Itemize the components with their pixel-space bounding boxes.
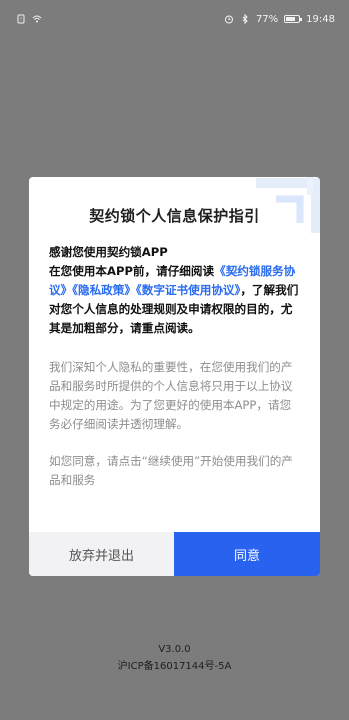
alarm-icon xyxy=(224,15,233,24)
intro-block: 感谢您使用契约锁APP 在您使用本APP前，请仔细阅读《契约锁服务协议》《隐私政… xyxy=(49,243,302,338)
consent-paragraph: 如您同意，请点击“继续使用”开始使用我们的产品和服务 xyxy=(49,454,293,487)
battery-fill xyxy=(286,17,296,21)
dialog-button-row: 放弃并退出 同意 xyxy=(29,532,320,576)
status-bar: ! 77% 19:48 xyxy=(0,0,349,38)
battery-icon xyxy=(284,15,303,23)
app-version: V3.0.0 xyxy=(158,644,191,655)
intro-text: 在您使用本APP前，请仔细阅读《契约锁服务协议》《隐私政策》《数字证书使用协议》… xyxy=(49,262,302,338)
privacy-dialog: 契约锁个人信息保护指引 感谢您使用契约锁APP 在您使用本APP前，请仔细阅读《… xyxy=(29,177,320,576)
status-right: 77% 19:48 xyxy=(224,14,335,25)
intro-prefix: 在您使用本APP前，请仔细阅读 xyxy=(49,264,215,278)
footer: V3.0.0 沪ICP备16017144号-5A xyxy=(0,641,349,675)
status-left: ! xyxy=(16,14,42,24)
sim-card-icon: ! xyxy=(17,14,25,24)
certificate-agreement-link[interactable]: 《数字证书使用协议》 xyxy=(136,283,240,297)
wifi-icon xyxy=(32,15,42,23)
dialog-title: 契约锁个人信息保护指引 xyxy=(89,207,260,225)
privacy-policy-link[interactable]: 《隐私政策》 xyxy=(72,283,136,297)
battery-percent: 77% xyxy=(255,13,279,25)
bluetooth-icon xyxy=(242,14,248,24)
agree-button[interactable]: 同意 xyxy=(174,532,320,576)
dialog-body: 感谢您使用契约锁APP 在您使用本APP前，请仔细阅读《契约锁服务协议》《隐私政… xyxy=(49,243,302,490)
quit-button[interactable]: 放弃并退出 xyxy=(29,532,174,576)
privacy-paragraph: 我们深知个人隐私的重要性，在您使用我们的产品和服务时所提供的个人信息将只用于以上… xyxy=(49,360,293,431)
clock: 19:48 xyxy=(306,13,335,25)
icp-record: 沪ICP备16017144号-5A xyxy=(117,661,232,672)
greeting-text: 感谢您使用契约锁APP xyxy=(49,245,168,259)
svg-text:!: ! xyxy=(20,17,22,23)
